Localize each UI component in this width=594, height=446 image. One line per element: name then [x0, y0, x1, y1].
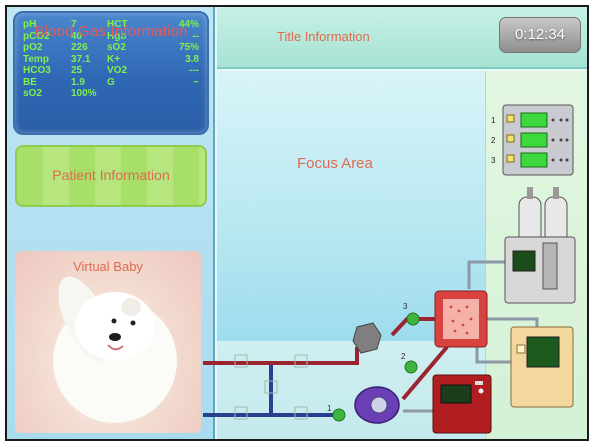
- venous-line: [203, 365, 345, 417]
- oxygenator-icon[interactable]: [434, 290, 488, 348]
- arterial-line: [203, 317, 449, 401]
- app-frame: pH 7 HCT 44% pCO2 40 Hgb -- pO2 226 sO2 75% Temp 37.1…: [5, 5, 589, 441]
- ecmo-circuit: 1 2 3 1 2 3: [203, 104, 576, 434]
- pump-icon[interactable]: [354, 386, 400, 424]
- monitor-panel-icon[interactable]: [502, 104, 574, 176]
- sensor-1-number: 1: [327, 404, 332, 413]
- sensor-3-number: 3: [403, 302, 408, 311]
- sensor-1-icon[interactable]: [332, 408, 346, 422]
- sensor-2-number: 2: [401, 352, 406, 361]
- device-number-1: 1: [491, 116, 496, 125]
- gas-cylinders-icon[interactable]: [504, 187, 576, 304]
- heater-icon[interactable]: [432, 374, 492, 434]
- sensor-3-icon[interactable]: [406, 312, 420, 326]
- sensor-2-icon[interactable]: [404, 360, 418, 374]
- console-icon[interactable]: [510, 326, 574, 408]
- device-number-2: 2: [491, 136, 496, 145]
- device-number-3: 3: [491, 156, 496, 165]
